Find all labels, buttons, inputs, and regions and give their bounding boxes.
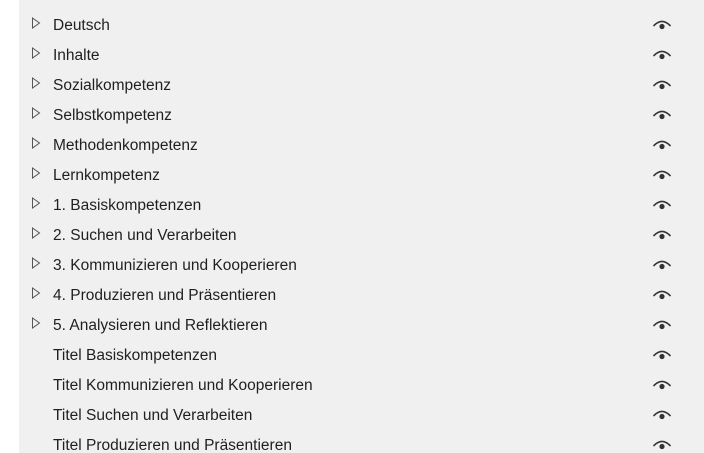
expand-triangle-icon[interactable] [31,17,41,29]
expand-triangle-icon[interactable] [31,77,41,89]
expand-triangle-icon[interactable] [31,287,41,299]
layer-label: 1. Basiskompetenzen [53,197,202,214]
layer-row[interactable]: Titel Suchen und Verarbeiten [19,406,704,436]
layer-label: 4. Produzieren und Präsentieren [53,287,277,304]
layer-label: 5. Analysieren und Reflektieren [53,317,268,334]
layer-list: Deutsch Inhalte Sozialkompetenz Selbstkompe… [19,16,704,453]
layer-row[interactable]: Sozialkompetenz [19,76,704,106]
layer-row[interactable]: Selbstkompetenz [19,106,704,136]
layers-panel: Deutsch Inhalte Sozialkompetenz Selbstkompe… [19,0,704,453]
layer-row[interactable]: 3. Kommunizieren und Kooperieren [19,256,704,286]
layer-row[interactable]: Titel Basiskompetenzen [19,346,704,376]
eye-icon[interactable] [652,409,672,421]
eye-icon[interactable] [652,319,672,331]
expand-triangle-icon[interactable] [31,167,41,179]
layer-label: Inhalte [53,47,100,64]
eye-icon[interactable] [652,49,672,61]
layer-label: Methodenkompetenz [53,137,198,154]
eye-icon[interactable] [652,19,672,31]
expand-triangle-icon[interactable] [31,107,41,119]
eye-icon[interactable] [652,169,672,181]
expand-triangle-icon[interactable] [31,317,41,329]
layer-label: Titel Produzieren und Präsentieren [53,437,292,453]
layer-label: Deutsch [53,17,110,34]
layer-label: 3. Kommunizieren und Kooperieren [53,257,297,274]
layer-row[interactable]: Deutsch [19,16,704,46]
eye-icon[interactable] [652,229,672,241]
layer-row[interactable]: 2. Suchen und Verarbeiten [19,226,704,256]
expand-triangle-icon[interactable] [31,47,41,59]
eye-icon[interactable] [652,199,672,211]
layer-row[interactable]: 1. Basiskompetenzen [19,196,704,226]
layer-row[interactable]: 5. Analysieren und Reflektieren [19,316,704,346]
layer-label: Titel Suchen und Verarbeiten [53,407,253,424]
layer-row[interactable]: Titel Produzieren und Präsentieren [19,436,704,453]
expand-triangle-icon[interactable] [31,227,41,239]
layer-row[interactable]: Titel Kommunizieren und Kooperieren [19,376,704,406]
eye-icon[interactable] [652,379,672,391]
eye-icon[interactable] [652,289,672,301]
layer-label: Selbstkompetenz [53,107,172,124]
layer-row[interactable]: Methodenkompetenz [19,136,704,166]
layer-row[interactable]: Lernkompetenz [19,166,704,196]
expand-triangle-icon[interactable] [31,137,41,149]
eye-icon[interactable] [652,79,672,91]
layer-label: Lernkompetenz [53,167,160,184]
layer-row[interactable]: 4. Produzieren und Präsentieren [19,286,704,316]
layer-label: Titel Basiskompetenzen [53,347,217,364]
expand-triangle-icon[interactable] [31,257,41,269]
eye-icon[interactable] [652,349,672,361]
eye-icon[interactable] [652,139,672,151]
layer-label: 2. Suchen und Verarbeiten [53,227,237,244]
eye-icon[interactable] [652,109,672,121]
eye-icon[interactable] [652,439,672,451]
layer-label: Titel Kommunizieren und Kooperieren [53,377,313,394]
eye-icon[interactable] [652,259,672,271]
layer-row[interactable]: Inhalte [19,46,704,76]
layer-label: Sozialkompetenz [53,77,172,94]
expand-triangle-icon[interactable] [31,197,41,209]
